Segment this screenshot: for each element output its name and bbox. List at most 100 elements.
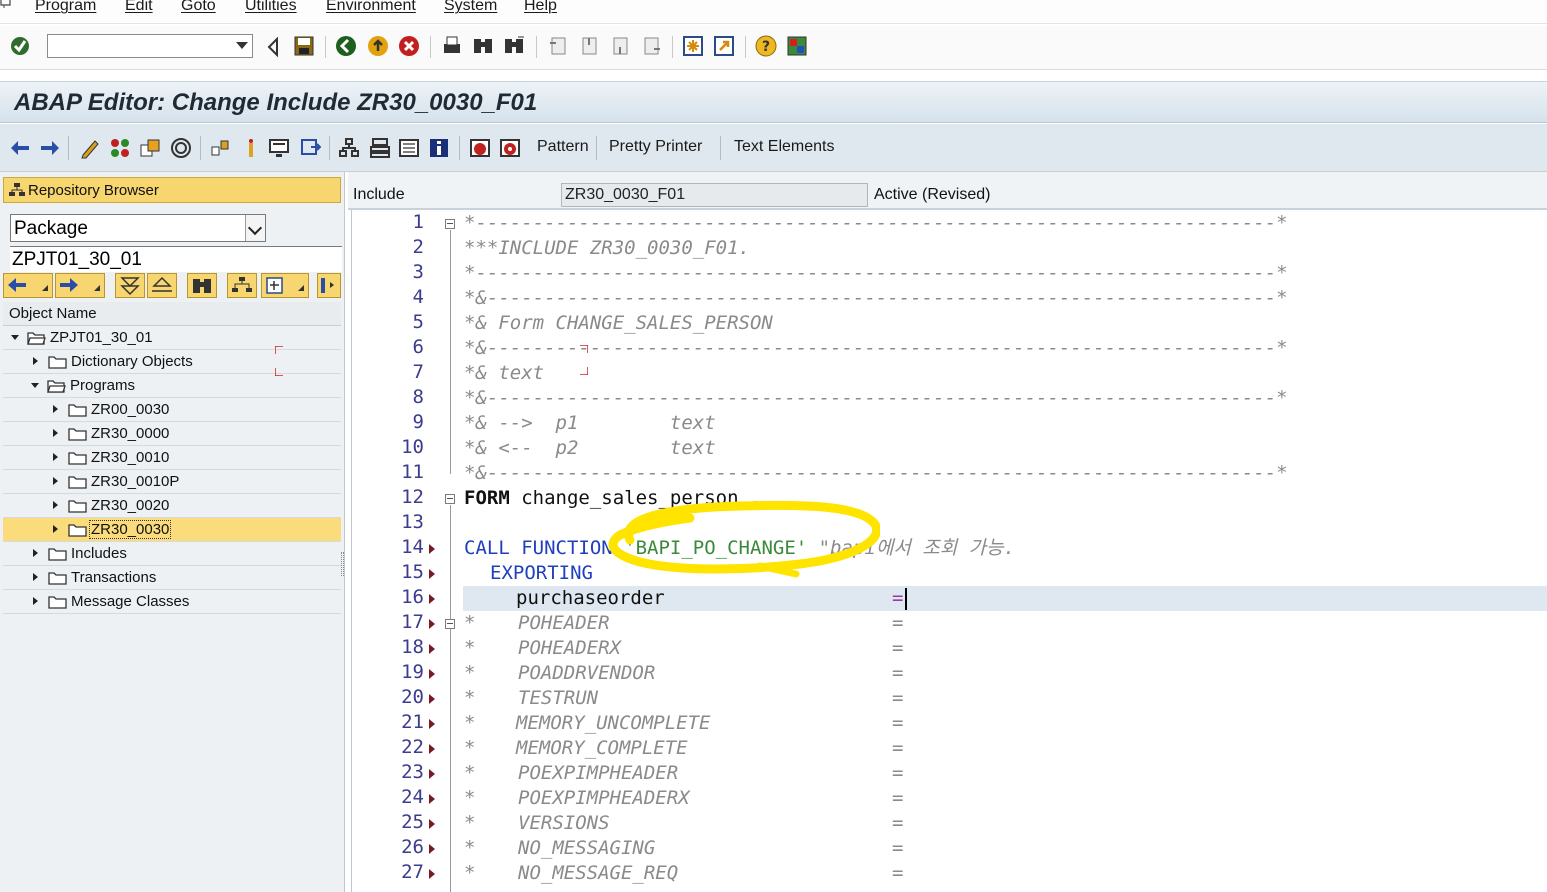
text-elements-button[interactable]: Text Elements xyxy=(734,138,834,156)
menu-utilities[interactable]: Utilities xyxy=(245,0,297,15)
tree-node-includes[interactable]: Includes xyxy=(3,542,341,566)
breakpoint-marker[interactable] xyxy=(429,569,435,579)
repository-browser-header[interactable]: Repository Browser xyxy=(3,177,341,203)
command-field[interactable] xyxy=(47,34,253,58)
tree-node-program[interactable]: ZR30_0010 xyxy=(3,446,341,470)
breakpoint-marker[interactable] xyxy=(429,594,435,604)
fold-toggle[interactable] xyxy=(445,494,455,504)
enter-icon[interactable] xyxy=(9,35,31,57)
where-used-icon[interactable] xyxy=(240,137,262,159)
menu-edit[interactable]: Edit xyxy=(125,0,153,15)
breakpoint-marker[interactable] xyxy=(429,694,435,704)
chevron-right-icon[interactable] xyxy=(33,597,38,605)
other-object-icon[interactable] xyxy=(139,137,161,159)
breakpoint-marker[interactable] xyxy=(429,869,435,879)
chevron-down-icon[interactable] xyxy=(236,42,248,49)
set-external-breakpoint-icon[interactable] xyxy=(499,137,521,159)
breakpoint-marker[interactable] xyxy=(429,769,435,779)
first-page-icon[interactable] xyxy=(547,35,569,57)
display-change-icon[interactable] xyxy=(79,137,101,159)
code-line[interactable]: MEMORY_UNCOMPLETE xyxy=(516,711,710,736)
code-line[interactable]: POEXPIMPHEADER xyxy=(518,761,678,786)
code-line[interactable]: POADDRVENDOR xyxy=(518,661,655,686)
tree-node-programs[interactable]: Programs xyxy=(3,374,341,398)
tree-node-transactions[interactable]: Transactions xyxy=(3,566,341,590)
code-line[interactable]: POHEADER xyxy=(518,611,610,636)
back-icon[interactable] xyxy=(335,35,357,57)
previous-page-icon[interactable] xyxy=(578,35,600,57)
breakpoint-marker[interactable] xyxy=(429,544,435,554)
code-line[interactable]: purchaseorder xyxy=(516,586,665,611)
last-page-icon[interactable] xyxy=(640,35,662,57)
tree-more-button[interactable] xyxy=(317,273,341,298)
tree-node-program[interactable]: ZR00_0030 xyxy=(3,398,341,422)
code-line[interactable]: *& --> p1 text xyxy=(464,411,716,436)
code-line[interactable]: *---------------------------------------… xyxy=(464,211,1288,236)
create-session-icon[interactable] xyxy=(682,35,704,57)
chevron-right-icon[interactable] xyxy=(33,573,38,581)
active-inactive-icon[interactable] xyxy=(109,137,131,159)
help-icon[interactable]: ? xyxy=(755,35,777,57)
code-line[interactable]: NO_MESSAGING xyxy=(518,836,655,861)
breakpoint-marker[interactable] xyxy=(429,744,435,754)
shortcut-icon[interactable] xyxy=(713,35,735,57)
pattern-button[interactable]: Pattern xyxy=(537,138,589,156)
tree-node-program[interactable]: ZR30_0020 xyxy=(3,494,341,518)
code-line[interactable]: VERSIONS xyxy=(518,811,610,836)
code-line[interactable]: TESTRUN xyxy=(518,686,598,711)
chevron-right-icon[interactable] xyxy=(53,453,58,461)
code-line[interactable]: NO_MESSAGE_REQ xyxy=(518,861,678,886)
breakpoint-marker[interactable] xyxy=(429,669,435,679)
menu-program[interactable]: Program xyxy=(35,0,96,15)
test-icon[interactable] xyxy=(268,137,290,159)
splitter-handle[interactable] xyxy=(341,552,344,576)
chevron-down-icon[interactable] xyxy=(11,335,19,340)
tree-node-package[interactable]: ZPJT01_30_01 xyxy=(3,326,341,350)
code-line[interactable]: POEXPIMPHEADERX xyxy=(518,786,690,811)
chevron-right-icon[interactable] xyxy=(33,357,38,365)
save-icon[interactable] xyxy=(293,35,315,57)
tree-back-button[interactable] xyxy=(3,273,53,298)
tree-hierarchy-button[interactable] xyxy=(227,273,257,298)
object-type-select[interactable]: Package xyxy=(10,214,266,242)
next-page-icon[interactable] xyxy=(609,35,631,57)
breakpoint-marker[interactable] xyxy=(429,844,435,854)
info-icon[interactable] xyxy=(428,137,450,159)
code-line[interactable]: EXPORTING xyxy=(490,561,593,586)
code-line[interactable]: MEMORY_COMPLETE xyxy=(516,736,688,761)
chevron-down-icon[interactable] xyxy=(31,383,39,388)
tree-node-program-selected[interactable]: ZR30_0030 xyxy=(3,518,341,542)
activate-icon[interactable] xyxy=(209,137,231,159)
chevron-right-icon[interactable] xyxy=(33,549,38,557)
print-icon[interactable] xyxy=(441,35,463,57)
code-line[interactable]: ***INCLUDE ZR30_0030_F01. xyxy=(464,236,750,261)
code-line[interactable]: CALL FUNCTION 'BAPI_PO_CHANGE' "bapi에서 조… xyxy=(464,536,1015,561)
menu-goto[interactable]: Goto xyxy=(181,0,216,15)
chevron-right-icon[interactable] xyxy=(53,501,58,509)
menu-system[interactable]: System xyxy=(444,0,497,15)
code-line[interactable]: FORM change_sales_person . xyxy=(464,486,761,511)
chevron-right-icon[interactable] xyxy=(53,429,58,437)
tree-node-dictionary-objects[interactable]: Dictionary Objects xyxy=(3,350,341,374)
tree-node-program[interactable]: ZR30_0000 xyxy=(3,422,341,446)
enhance-icon[interactable] xyxy=(369,137,391,159)
code-line[interactable]: *& text xyxy=(464,361,544,386)
tree-node-message-classes[interactable]: Message Classes xyxy=(3,590,341,614)
menu-help[interactable]: Help xyxy=(524,0,557,15)
navigation-window-icon[interactable] xyxy=(338,137,360,159)
find-icon[interactable] xyxy=(472,35,494,57)
set-breakpoint-icon[interactable] xyxy=(469,137,491,159)
menu-environment[interactable]: Environment xyxy=(326,0,416,15)
chevron-right-icon[interactable] xyxy=(53,477,58,485)
package-name-input[interactable]: ZPJT01_30_01 xyxy=(10,246,342,272)
exit-icon[interactable] xyxy=(367,35,389,57)
breakpoint-marker[interactable] xyxy=(429,644,435,654)
code-line[interactable]: *& <-- p2 text xyxy=(464,436,716,461)
code-editor[interactable]: 1 2 3 4 5 6 7 8 9 10 11 12 13 14 15 16 1… xyxy=(351,210,1547,892)
chevron-right-icon[interactable] xyxy=(53,405,58,413)
breakpoint-marker[interactable] xyxy=(429,794,435,804)
code-line[interactable]: *&--------------------------------------… xyxy=(464,286,1288,311)
tree-collapse-button[interactable] xyxy=(147,273,177,298)
find-next-icon[interactable] xyxy=(503,35,525,57)
tree-node-program[interactable]: ZR30_0010P xyxy=(3,470,341,494)
